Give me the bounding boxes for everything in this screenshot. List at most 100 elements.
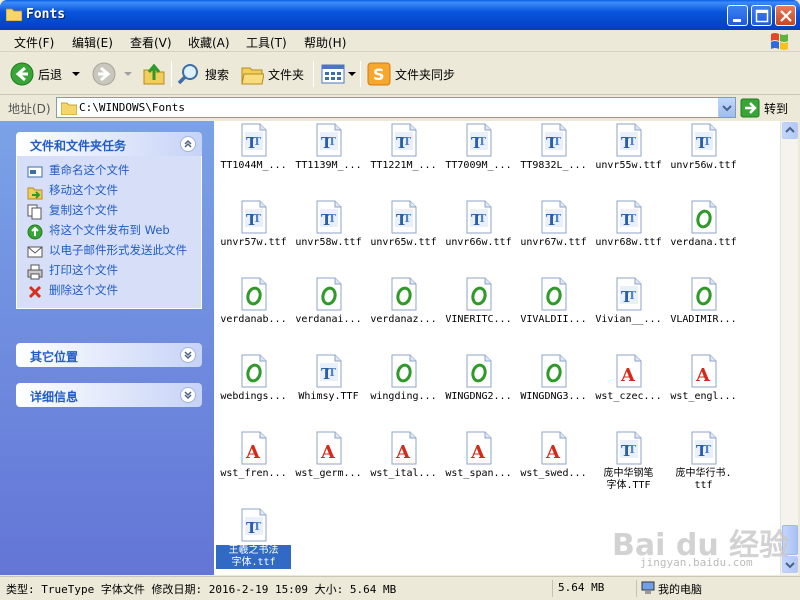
file-item[interactable]: T T unvr67w.ttf	[516, 200, 591, 249]
menu-bar: 文件(F) 编辑(E) 查看(V) 收藏(A) 工具(T) 帮助(H)	[0, 30, 800, 52]
menu-edit[interactable]: 编辑(E)	[72, 34, 113, 51]
task-print[interactable]: 打印这个文件	[27, 264, 195, 280]
file-list-view[interactable]: T T TT1044M_... T T TT1139M_... T T TT1221M_... T…	[214, 121, 780, 575]
file-item[interactable]: WINGDNG3...	[516, 354, 591, 403]
minimize-icon	[733, 19, 741, 22]
file-item[interactable]: VLADIMIR...	[666, 277, 741, 326]
file-item[interactable]: Awst_engl...	[666, 354, 741, 403]
file-item[interactable]: T T unvr57w.ttf	[216, 200, 291, 249]
file-name: unvr55w.ttf	[595, 160, 662, 171]
file-name: wst_span...	[445, 468, 512, 479]
back-dropdown-icon[interactable]	[70, 69, 82, 79]
address-dropdown-button[interactable]	[718, 98, 735, 117]
folders-button[interactable]: 文件夹	[240, 59, 304, 89]
file-item[interactable]: T T 庞中华钢笔 字体.TTF	[591, 431, 666, 492]
scroll-up-button[interactable]	[782, 122, 798, 139]
file-item[interactable]: T T Whimsy.TTF	[291, 354, 366, 403]
expand-button[interactable]	[180, 387, 196, 403]
file-item[interactable]: webdings...	[216, 354, 291, 403]
file-item[interactable]: Awst_germ...	[291, 431, 366, 480]
svg-text:T: T	[328, 135, 337, 148]
expand-button[interactable]	[180, 347, 196, 363]
close-button[interactable]	[775, 5, 796, 26]
svg-text:T: T	[703, 443, 712, 456]
file-item[interactable]: T T unvr55w.ttf	[591, 123, 666, 172]
file-item[interactable]: T T TT7009M_...	[441, 123, 516, 172]
opentype-font-icon	[691, 200, 716, 234]
file-item[interactable]: T T 庞中华行书. ttf	[666, 431, 741, 492]
other-places-panel[interactable]: 其它位置	[16, 343, 202, 367]
vertical-scrollbar[interactable]	[780, 121, 798, 575]
svg-text:T: T	[253, 212, 262, 225]
file-item[interactable]: T T unvr65w.ttf	[366, 200, 441, 249]
file-item[interactable]: verdanab...	[216, 277, 291, 326]
file-item[interactable]: T T unvr66w.ttf	[441, 200, 516, 249]
truetype-font-icon: TT	[316, 354, 341, 388]
file-item[interactable]: T T unvr58w.ttf	[291, 200, 366, 249]
up-folder-button[interactable]	[142, 59, 166, 89]
status-divider	[636, 580, 637, 597]
raster-font-icon: A	[391, 431, 416, 465]
file-item[interactable]: Awst_fren...	[216, 431, 291, 480]
file-item[interactable]: verdanaz...	[366, 277, 441, 326]
file-item[interactable]: wingding...	[366, 354, 441, 403]
print-icon	[27, 264, 43, 280]
file-item[interactable]: Awst_czec...	[591, 354, 666, 403]
details-header[interactable]: 详细信息	[16, 383, 202, 407]
task-publish-web[interactable]: 将这个文件发布到 Web	[27, 224, 195, 240]
toolbar-separator	[313, 61, 314, 87]
file-name: wst_ital...	[370, 468, 437, 479]
folder-sync-button[interactable]: S 文件夹同步	[367, 59, 455, 89]
file-item[interactable]: Awst_span...	[441, 431, 516, 480]
file-item[interactable]: Awst_ital...	[366, 431, 441, 480]
file-item[interactable]: VINERITC...	[441, 277, 516, 326]
task-copy[interactable]: 复制这个文件	[27, 204, 195, 220]
file-item[interactable]: T T 王羲之书法 字体.ttf	[216, 508, 291, 569]
file-item[interactable]: verdanai...	[291, 277, 366, 326]
menu-favorites[interactable]: 收藏(A)	[188, 34, 230, 51]
file-item[interactable]: T T TT1139M_...	[291, 123, 366, 172]
file-item[interactable]: T T unvr56w.ttf	[666, 123, 741, 172]
truetype-font-icon: TT	[466, 123, 491, 157]
menu-help[interactable]: 帮助(H)	[304, 34, 346, 51]
task-rename[interactable]: 重命名这个文件	[27, 164, 195, 180]
task-delete[interactable]: 删除这个文件	[27, 284, 195, 300]
file-item[interactable]: T T TT1221M_...	[366, 123, 441, 172]
views-button[interactable]	[320, 59, 357, 89]
svg-text:T: T	[328, 366, 337, 379]
file-item[interactable]: T T TT9832L_...	[516, 123, 591, 172]
file-item[interactable]: WINGDNG2...	[441, 354, 516, 403]
truetype-font-icon: TT	[541, 123, 566, 157]
file-name: wst_czec...	[595, 391, 662, 402]
file-name: unvr57w.ttf	[220, 237, 287, 248]
search-button[interactable]: 搜索	[177, 59, 229, 89]
address-input[interactable]: C:\WINDOWS\Fonts	[56, 97, 736, 118]
file-item[interactable]: T T TT1044M_...	[216, 123, 291, 172]
task-move[interactable]: 移动这个文件	[27, 184, 195, 200]
file-item[interactable]: T T unvr68w.ttf	[591, 200, 666, 249]
menu-file[interactable]: 文件(F)	[14, 34, 54, 51]
file-item[interactable]: T T Vivian__...	[591, 277, 666, 326]
task-email[interactable]: 以电子邮件形式发送此文件	[27, 244, 195, 260]
collapse-button[interactable]	[180, 136, 196, 152]
maximize-button[interactable]	[751, 5, 772, 26]
file-item[interactable]: Awst_swed...	[516, 431, 591, 480]
forward-dropdown-icon[interactable]	[122, 69, 134, 79]
other-places-header[interactable]: 其它位置	[16, 343, 202, 367]
minimize-button[interactable]	[727, 5, 748, 26]
details-panel[interactable]: 详细信息	[16, 383, 202, 407]
raster-font-icon: A	[541, 431, 566, 465]
file-name: WINGDNG2...	[445, 391, 512, 402]
back-button[interactable]: 后退	[10, 59, 82, 89]
menu-view[interactable]: 查看(V)	[130, 34, 172, 51]
opentype-font-icon	[316, 277, 341, 311]
title-bar[interactable]: Fonts	[0, 0, 800, 30]
file-tasks-header[interactable]: 文件和文件夹任务	[16, 132, 202, 156]
menu-tools[interactable]: 工具(T)	[246, 34, 287, 51]
file-name: TT9832L_...	[520, 160, 587, 171]
forward-button[interactable]	[92, 59, 134, 89]
go-button[interactable]: 转到	[740, 98, 788, 118]
file-item[interactable]: verdana.ttf	[666, 200, 741, 249]
file-item[interactable]: VIVALDII...	[516, 277, 591, 326]
address-path: C:\WINDOWS\Fonts	[79, 101, 185, 114]
